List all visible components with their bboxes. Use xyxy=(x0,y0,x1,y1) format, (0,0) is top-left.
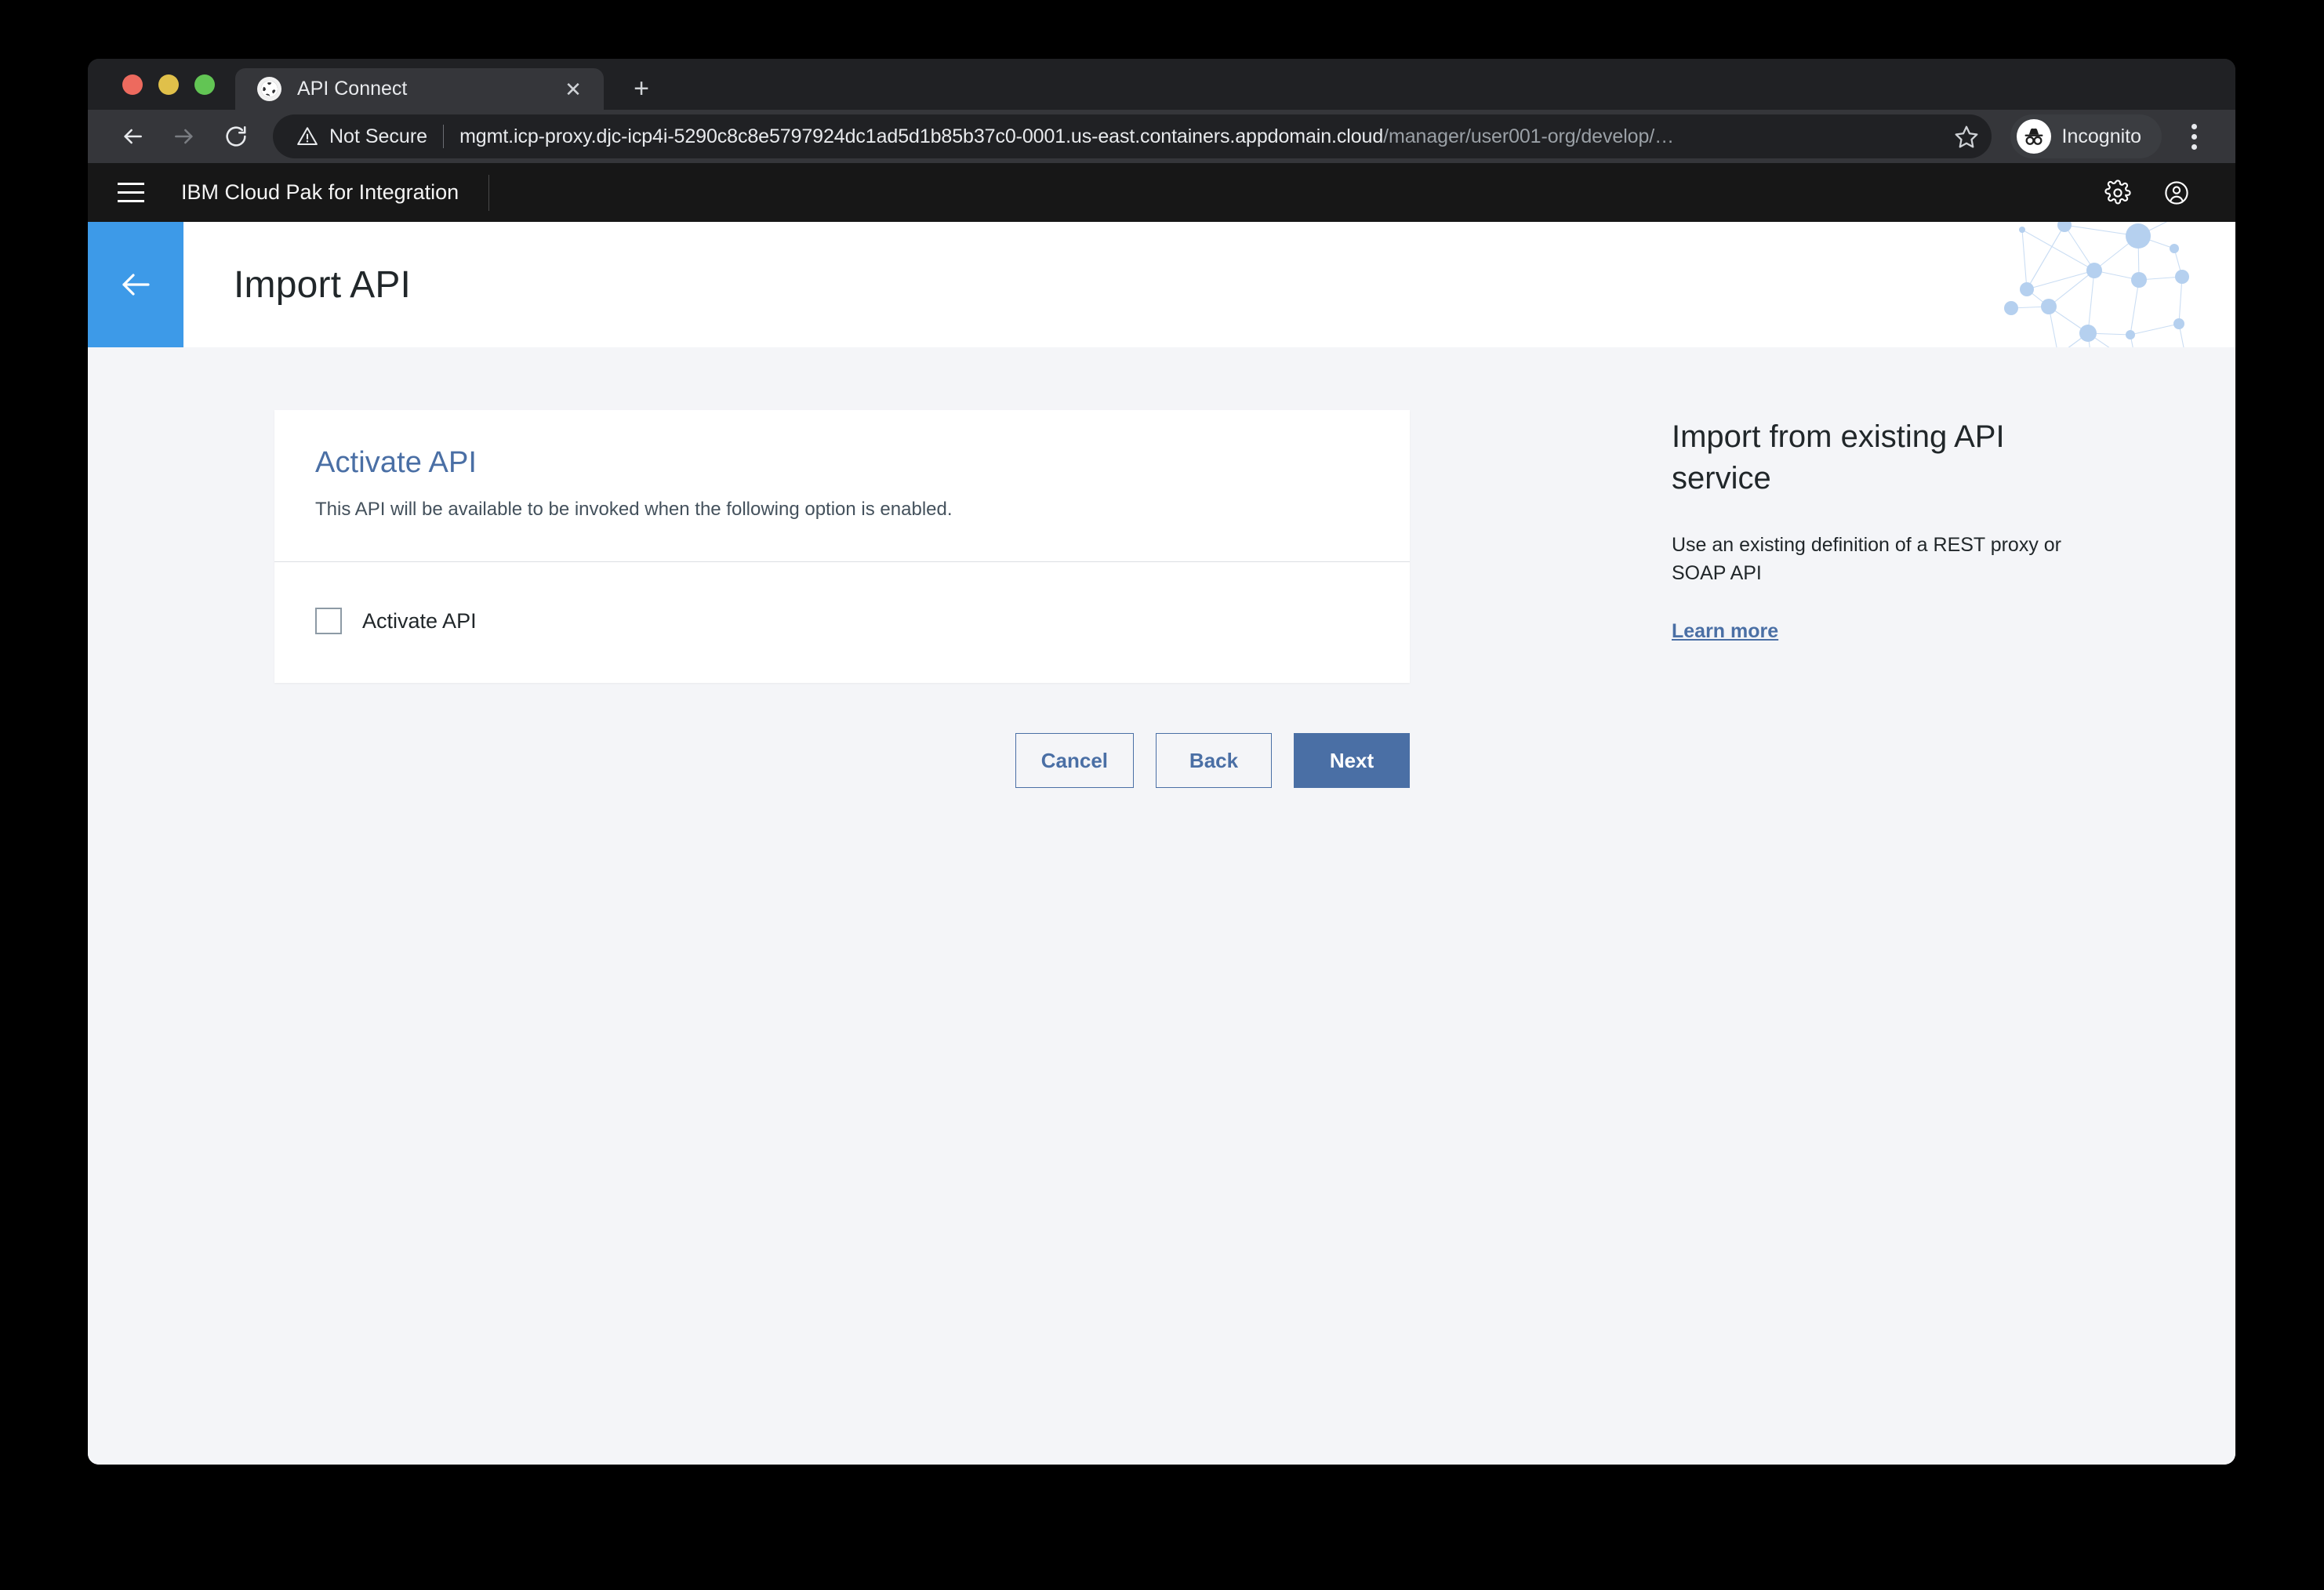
back-button[interactable]: Back xyxy=(1156,733,1272,788)
page-back-button[interactable] xyxy=(88,222,183,347)
kebab-menu-icon[interactable] xyxy=(2173,114,2215,158)
app-bar-divider xyxy=(488,175,489,211)
minimize-window-button[interactable] xyxy=(158,74,179,95)
card-heading: Activate API xyxy=(315,446,1369,480)
new-tab-button[interactable]: + xyxy=(624,75,659,102)
app-bar-right-spacer xyxy=(2206,163,2235,222)
card-subtext: This API will be available to be invoked… xyxy=(315,497,1369,522)
star-icon[interactable] xyxy=(1954,124,1979,149)
url-path: /manager/user001-org/develop/… xyxy=(1383,125,1674,147)
form-column: Activate API This API will be available … xyxy=(274,410,1410,788)
profile-incognito-button[interactable]: Incognito xyxy=(2010,114,2162,158)
back-arrow-icon[interactable] xyxy=(108,114,157,158)
activate-api-card: Activate API This API will be available … xyxy=(274,410,1410,683)
network-nodes-graphic xyxy=(1977,222,2235,347)
page-header: Import API xyxy=(88,222,2235,347)
security-status-label: Not Secure xyxy=(329,125,427,148)
maximize-window-button[interactable] xyxy=(194,74,215,95)
app-header-bar: IBM Cloud Pak for Integration xyxy=(88,163,2235,222)
cancel-button[interactable]: Cancel xyxy=(1015,733,1134,788)
info-panel: Import from existing API service Use an … xyxy=(1672,416,2095,643)
next-button[interactable]: Next xyxy=(1294,733,1410,788)
warning-triangle-icon[interactable] xyxy=(296,125,318,147)
close-tab-button[interactable]: ✕ xyxy=(560,79,586,100)
page-viewport: IBM Cloud Pak for Integration xyxy=(88,163,2235,1465)
app-title: IBM Cloud Pak for Integration xyxy=(181,180,459,205)
browser-tab-title: API Connect xyxy=(297,78,544,100)
activate-api-checkbox-row[interactable]: Activate API xyxy=(315,608,477,634)
address-bar[interactable]: Not Secure mgmt.icp-proxy.djc-icp4i-5290… xyxy=(273,114,1992,158)
hamburger-icon[interactable] xyxy=(101,163,160,222)
browser-tab-strip: API Connect ✕ + xyxy=(88,59,2235,110)
info-panel-description: Use an existing definition of a REST pro… xyxy=(1672,531,2095,588)
browser-window: API Connect ✕ + xyxy=(88,59,2235,1465)
incognito-icon xyxy=(2017,119,2051,154)
close-window-button[interactable] xyxy=(122,74,143,95)
browser-toolbar: Not Secure mgmt.icp-proxy.djc-icp4i-5290… xyxy=(88,110,2235,163)
form-action-buttons: Cancel Back Next xyxy=(274,733,1410,788)
app-bar-actions xyxy=(2088,163,2206,222)
learn-more-link[interactable]: Learn more xyxy=(1672,620,1778,643)
profile-label: Incognito xyxy=(2062,125,2141,148)
gear-icon[interactable] xyxy=(2088,163,2147,222)
reload-icon[interactable] xyxy=(212,114,260,158)
globe-icon xyxy=(257,77,281,101)
url-text: mgmt.icp-proxy.djc-icp4i-5290c8c8e579792… xyxy=(459,125,1944,148)
url-host: mgmt.icp-proxy.djc-icp4i-5290c8c8e579792… xyxy=(459,125,1383,147)
browser-tab[interactable]: API Connect ✕ xyxy=(235,68,604,110)
info-panel-heading: Import from existing API service xyxy=(1672,416,2095,499)
omnibox-divider xyxy=(443,125,444,148)
forward-arrow-icon xyxy=(160,114,209,158)
main-content: Activate API This API will be available … xyxy=(88,347,2235,1465)
card-header-section: Activate API This API will be available … xyxy=(274,410,1410,562)
window-traffic-lights xyxy=(88,59,235,110)
activate-api-checkbox[interactable] xyxy=(315,608,342,634)
user-avatar-icon[interactable] xyxy=(2147,163,2206,222)
activate-api-checkbox-label: Activate API xyxy=(362,609,477,633)
card-body-section: Activate API xyxy=(274,562,1410,683)
page-title: Import API xyxy=(234,263,411,307)
